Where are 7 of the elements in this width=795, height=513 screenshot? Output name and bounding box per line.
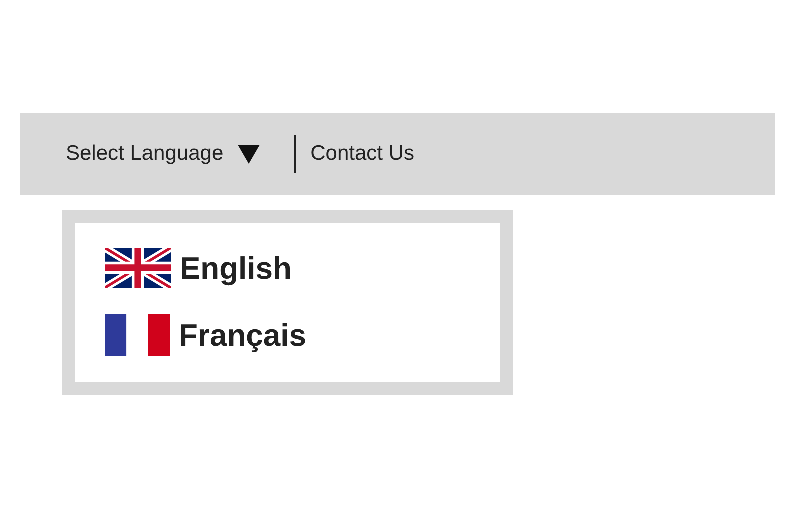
language-option[interactable]: Français xyxy=(105,314,307,356)
france-flag-icon xyxy=(105,314,170,356)
language-option[interactable]: English xyxy=(105,248,292,288)
contact-link[interactable]: Contact Us xyxy=(310,138,415,170)
language-dropdown-button[interactable]: Select Language xyxy=(66,138,294,170)
caret-icon xyxy=(238,144,260,164)
uk-flag-icon xyxy=(105,248,171,288)
